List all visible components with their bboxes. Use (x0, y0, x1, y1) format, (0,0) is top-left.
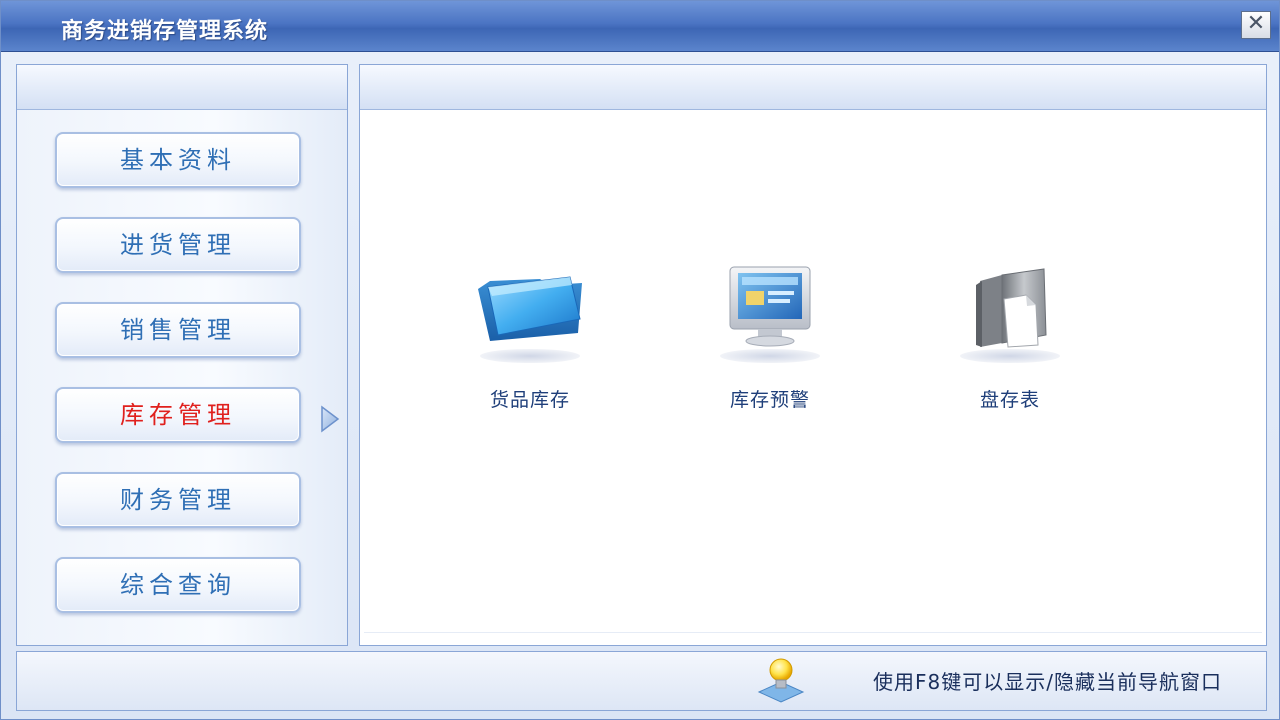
tile-label: 库存预警 (729, 389, 810, 411)
nav-button-label: 库存管理 (120, 401, 236, 429)
main-content-area: 货品库存 库存预警 盘存表 (364, 113, 1262, 633)
close-button[interactable]: ✕ (1241, 11, 1271, 39)
nav-button-basic-info[interactable]: 基本资料 (55, 132, 301, 188)
navigation-panel-header (17, 65, 347, 110)
navigation-panel: 基本资料 进货管理 销售管理 库存管理 财务管理 综合查询 (16, 64, 348, 646)
main-panel: 货品库存 库存预警 盘存表 (359, 64, 1267, 646)
tile-stock-sheet[interactable]: 盘存表 (930, 263, 1090, 412)
document-folder-icon (976, 268, 1047, 348)
nav-button-label: 基本资料 (120, 146, 236, 174)
window-title: 商务进销存管理系统 (61, 19, 269, 44)
f8-hint-text: 使用F8键可以显示/隐藏当前导航窗口 (873, 670, 1222, 694)
nav-button-inventory[interactable]: 库存管理 (55, 387, 301, 443)
title-bar[interactable]: 商务进销存管理系统 ✕ (1, 1, 1279, 52)
nav-button-label: 销售管理 (120, 316, 236, 344)
nav-button-finance[interactable]: 财务管理 (55, 472, 301, 528)
nav-button-label: 财务管理 (120, 486, 236, 514)
tile-inventory-alert[interactable]: 库存预警 (690, 263, 850, 412)
tile-label: 货品库存 (489, 389, 570, 411)
main-panel-header (360, 65, 1266, 110)
nav-button-label: 综合查询 (120, 571, 236, 599)
close-icon: ✕ (1246, 11, 1266, 36)
lightbulb-icon (757, 658, 805, 703)
nav-button-purchase[interactable]: 进货管理 (55, 217, 301, 273)
status-bar: 使用F8键可以显示/隐藏当前导航窗口 (16, 651, 1267, 711)
folder-icon (478, 276, 582, 341)
app-window: 商务进销存管理系统 ✕ 基本资料 进货管理 销售管理 库存管理 财务管理 综合查… (0, 0, 1280, 720)
nav-button-query[interactable]: 综合查询 (55, 557, 301, 613)
nav-button-sales[interactable]: 销售管理 (55, 302, 301, 358)
triangle-right-icon (321, 405, 340, 433)
nav-button-label: 进货管理 (120, 231, 236, 259)
tile-goods-inventory[interactable]: 货品库存 (450, 263, 610, 412)
monitor-icon (729, 266, 811, 347)
tile-label: 盘存表 (979, 389, 1040, 411)
